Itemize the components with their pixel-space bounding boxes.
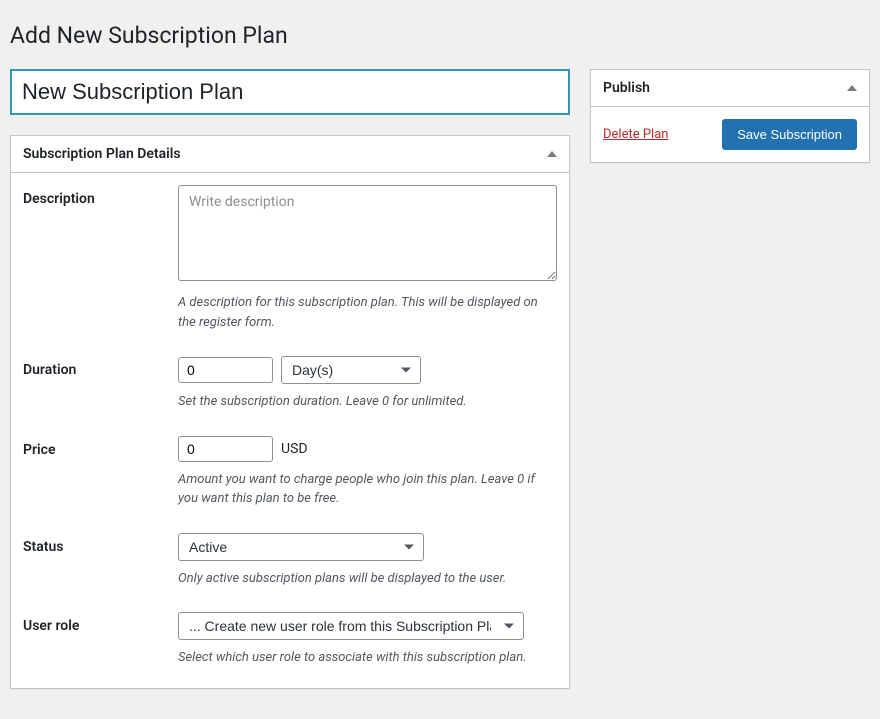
price-label: Price [23,436,178,458]
price-help: Amount you want to charge people who joi… [178,470,557,509]
currency-label: USD [281,441,308,457]
description-textarea[interactable] [178,185,557,281]
publish-postbox: Publish Delete Plan Save Subscription [590,69,870,163]
delete-plan-link[interactable]: Delete Plan [603,127,668,142]
userrole-help: Select which user role to associate with… [178,648,557,668]
userrole-select[interactable]: ... Create new user role from this Subsc… [178,612,524,640]
chevron-up-icon[interactable] [547,151,557,157]
plan-title-input[interactable] [10,69,570,115]
details-postbox: Subscription Plan Details Description A … [10,135,570,689]
page-title: Add New Subscription Plan [10,22,870,49]
userrole-label: User role [23,612,178,634]
status-help: Only active subscription plans will be d… [178,569,557,589]
duration-help: Set the subscription duration. Leave 0 f… [178,392,557,412]
description-label: Description [23,185,178,207]
status-select[interactable]: Active [178,533,424,561]
description-help: A description for this subscription plan… [178,293,557,332]
duration-input[interactable] [178,357,273,383]
publish-box-header: Publish [603,80,650,96]
details-box-header: Subscription Plan Details [23,146,181,162]
save-subscription-button[interactable]: Save Subscription [722,119,857,150]
status-label: Status [23,533,178,555]
duration-label: Duration [23,356,178,378]
duration-unit-select[interactable]: Day(s) [281,356,421,384]
chevron-up-icon[interactable] [847,85,857,91]
price-input[interactable] [178,436,273,462]
